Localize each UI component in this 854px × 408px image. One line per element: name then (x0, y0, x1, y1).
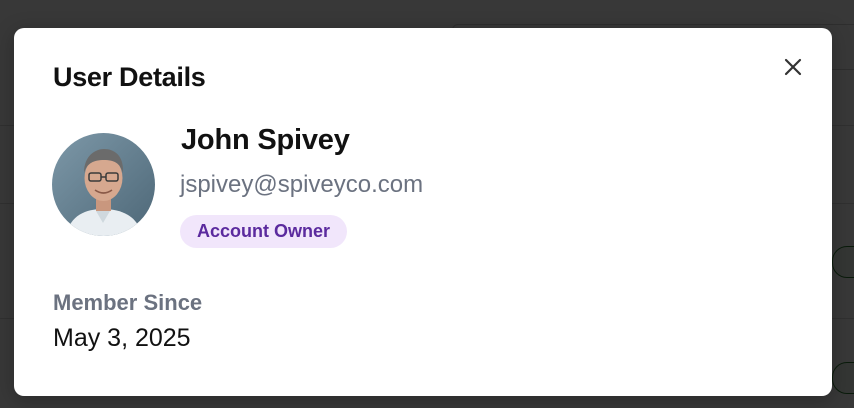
user-details-modal: User Details John Spivey jspivey@spiveyc… (14, 28, 832, 396)
role-badge: Account Owner (180, 215, 348, 248)
avatar (52, 133, 155, 236)
member-since-value: May 3, 2025 (53, 324, 191, 352)
user-email: jspivey@spiveyco.com (180, 171, 424, 198)
user-name: John Spivey (181, 124, 350, 156)
close-icon (784, 58, 802, 76)
close-button[interactable] (778, 52, 808, 82)
modal-title: User Details (53, 62, 206, 92)
member-since-label: Member Since (53, 290, 203, 315)
